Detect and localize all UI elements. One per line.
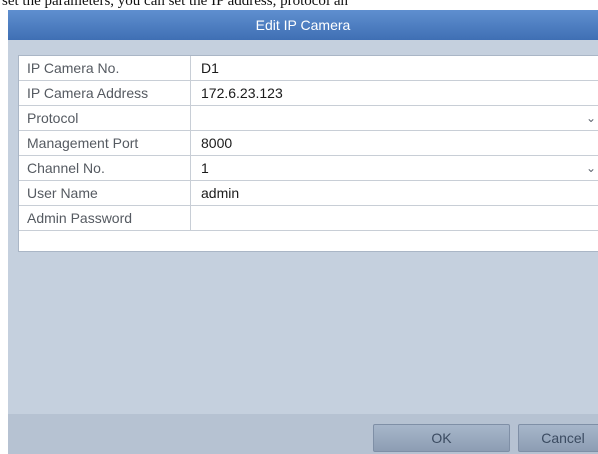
ip-camera-no-label: IP Camera No. xyxy=(19,56,191,80)
protocol-row: Protocol ⌄ xyxy=(19,106,598,131)
user-name-field[interactable]: admin xyxy=(201,181,598,205)
chevron-down-icon[interactable]: ⌄ xyxy=(586,108,598,128)
ip-camera-address-label: IP Camera Address xyxy=(19,81,191,105)
ok-button[interactable]: OK xyxy=(373,424,510,452)
user-name-label: User Name xyxy=(19,181,191,205)
management-port-field[interactable]: 8000 xyxy=(201,131,598,155)
protocol-select[interactable] xyxy=(201,106,598,130)
page-header-label: set the parameters, you can set the IP a… xyxy=(2,0,348,9)
user-name-row: User Name admin xyxy=(19,181,598,206)
admin-password-label: Admin Password xyxy=(19,206,191,230)
page-header-text: set the parameters, you can set the IP a… xyxy=(0,0,598,10)
channel-no-row: Channel No. 1 ⌄ xyxy=(19,156,598,181)
management-port-row: Management Port 8000 xyxy=(19,131,598,156)
chevron-down-icon[interactable]: ⌄ xyxy=(586,158,598,178)
dialog-title: Edit IP Camera xyxy=(8,10,598,40)
edit-ip-camera-dialog: Edit IP Camera IP Camera No. D1 IP Camer… xyxy=(8,10,598,454)
camera-settings-form: IP Camera No. D1 IP Camera Address 172.6… xyxy=(18,55,598,252)
protocol-label: Protocol xyxy=(19,106,191,130)
ip-camera-no-row: IP Camera No. D1 xyxy=(19,56,598,81)
admin-password-field[interactable] xyxy=(201,206,598,230)
cancel-button[interactable]: Cancel xyxy=(518,424,598,452)
ip-camera-address-field[interactable]: 172.6.23.123 xyxy=(201,81,598,105)
management-port-label: Management Port xyxy=(19,131,191,155)
ip-camera-address-row: IP Camera Address 172.6.23.123 xyxy=(19,81,598,106)
admin-password-row: Admin Password xyxy=(19,206,598,231)
channel-no-select[interactable]: 1 xyxy=(201,156,598,180)
ip-camera-no-field[interactable]: D1 xyxy=(201,56,598,80)
channel-no-label: Channel No. xyxy=(19,156,191,180)
